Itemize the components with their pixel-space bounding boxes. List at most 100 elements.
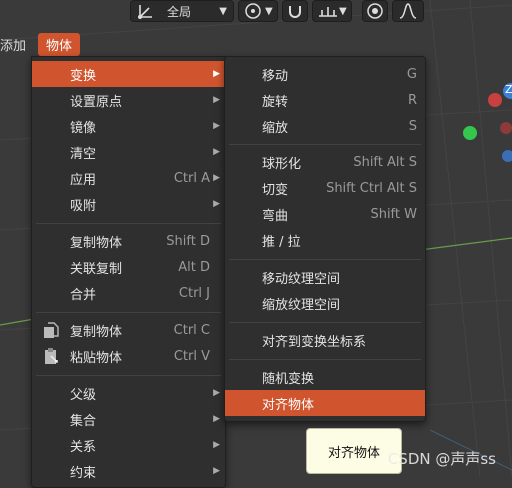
- menu-item-move-texture-space[interactable]: 移动纹理空间: [225, 264, 425, 290]
- pivot-dropdown[interactable]: ▼: [238, 0, 278, 22]
- submenu-arrow-icon: ▶: [213, 95, 220, 105]
- submenu-arrow-icon: ▶: [213, 121, 220, 131]
- snap-toggle[interactable]: [282, 0, 308, 22]
- object-menu: 变换 ▶ 设置原点 ▶ 镜像 ▶ 清空 ▶ 应用 Ctrl A ▶ 吸附 ▶ 复…: [31, 56, 226, 488]
- menu-item-label: 设置原点: [70, 94, 123, 110]
- menu-item-label: 约束: [70, 465, 97, 481]
- menu-item-shortcut: Shift W: [370, 206, 417, 222]
- menu-item-label: 缩放纹理空间: [262, 297, 341, 313]
- gizmo-y-dot: [463, 126, 477, 140]
- menu-item-move[interactable]: 移动 G: [225, 61, 425, 87]
- menu-item-shortcut: Alt D: [178, 259, 210, 275]
- submenu-arrow-icon: ▶: [213, 388, 220, 398]
- menu-separator: [36, 375, 221, 376]
- menu-item-label: 变换: [70, 68, 97, 84]
- menu-item-label: 清空: [70, 146, 97, 162]
- menu-item-paste-objects[interactable]: 粘贴物体 Ctrl V: [32, 343, 225, 369]
- menu-item-shortcut: Shift Ctrl Alt S: [326, 180, 417, 196]
- transform-submenu: 移动 G 旋转 R 缩放 S 球形化 Shift Alt S 切变 Shift …: [224, 56, 426, 422]
- menu-item-relations[interactable]: 关系 ▶: [32, 432, 225, 458]
- menu-item-clear[interactable]: 清空 ▶: [32, 139, 225, 165]
- proportional-edit-toggle[interactable]: [362, 0, 388, 22]
- menu-item-mirror[interactable]: 镜像 ▶: [32, 113, 225, 139]
- menu-item-bend[interactable]: 弯曲 Shift W: [225, 201, 425, 227]
- menu-separator: [229, 259, 421, 260]
- menu-item-copy-objects[interactable]: 复制物体 Ctrl C: [32, 317, 225, 343]
- viewport-menubar: 添加 物体: [0, 32, 81, 56]
- submenu-arrow-icon: ▶: [213, 414, 220, 424]
- gizmo-x-neg-dot: [500, 122, 512, 134]
- menu-item-shortcut: Ctrl V: [173, 348, 210, 364]
- menu-item-label: 切变: [262, 182, 289, 198]
- menu-item-snap[interactable]: 吸附 ▶: [32, 191, 225, 217]
- menu-separator: [229, 144, 421, 145]
- menu-item-push-pull[interactable]: 推 / 拉: [225, 227, 425, 253]
- submenu-arrow-icon: ▶: [213, 173, 220, 183]
- paste-icon: [45, 348, 58, 364]
- menu-item-constraint[interactable]: 约束 ▶: [32, 458, 225, 484]
- menu-item-randomize-transform[interactable]: 随机变换: [225, 364, 425, 390]
- menu-item-shortcut: G: [406, 66, 417, 82]
- menu-item-label: 移动纹理空间: [262, 271, 341, 287]
- menu-item-label: 粘贴物体: [70, 350, 123, 366]
- orientation-label: 全局: [167, 4, 192, 19]
- menu-item-label: 父级: [70, 387, 97, 403]
- copy-icon: [44, 322, 59, 338]
- menu-item-label: 对齐到变换坐标系: [262, 334, 367, 350]
- menu-item-duplicate-objects[interactable]: 复制物体 Shift D: [32, 228, 225, 254]
- header-toolbar: 全局 ▼ ▼ ▼: [130, 0, 424, 24]
- menu-item-to-sphere[interactable]: 球形化 Shift Alt S: [225, 149, 425, 175]
- menu-item-shortcut: Shift Alt S: [353, 154, 417, 170]
- menu-item-apply[interactable]: 应用 Ctrl A ▶: [32, 165, 225, 191]
- falloff-dropdown[interactable]: [392, 0, 424, 22]
- proportional-edit-icon: [367, 3, 383, 19]
- menu-item-scale[interactable]: 缩放 S: [225, 113, 425, 139]
- menu-item-transform[interactable]: 变换 ▶: [32, 61, 225, 87]
- menu-item-label: 镜像: [70, 120, 97, 136]
- chevron-down-icon: ▼: [219, 5, 227, 17]
- gizmo-z-label: Z: [505, 83, 512, 96]
- menu-item-label: 合并: [70, 287, 97, 303]
- tooltip-text: 对齐物体: [327, 445, 380, 461]
- orientation-dropdown[interactable]: 全局 ▼: [130, 0, 234, 22]
- snap-target-dropdown[interactable]: ▼: [312, 0, 352, 22]
- menu-item-label: 移动: [262, 68, 289, 84]
- menu-item-label: 随机变换: [262, 371, 315, 387]
- menu-item-shortcut: S: [408, 118, 417, 134]
- menu-item-scale-texture-space[interactable]: 缩放纹理空间: [225, 290, 425, 316]
- menu-add[interactable]: 添加: [0, 35, 30, 54]
- gizmo-x-dot: [488, 93, 502, 107]
- menu-item-set-origin[interactable]: 设置原点 ▶: [32, 87, 225, 113]
- menu-item-label: 吸附: [70, 198, 97, 214]
- menu-item-shortcut: Ctrl J: [178, 285, 210, 301]
- watermark: CSDN @声声ss: [387, 450, 496, 468]
- menu-item-rotate[interactable]: 旋转 R: [225, 87, 425, 113]
- menu-item-label: 复制物体: [70, 235, 123, 251]
- menu-item-shortcut: Shift D: [166, 233, 210, 249]
- submenu-arrow-icon: ▶: [213, 440, 220, 450]
- submenu-arrow-icon: ▶: [213, 147, 220, 157]
- menu-item-label: 复制物体: [70, 324, 123, 340]
- menu-item-duplicate-linked[interactable]: 关联复制 Alt D: [32, 254, 225, 280]
- menu-item-label: 推 / 拉: [262, 234, 301, 250]
- menu-item-label: 弯曲: [262, 208, 289, 224]
- menu-item-join[interactable]: 合并 Ctrl J: [32, 280, 225, 306]
- menu-item-shear[interactable]: 切变 Shift Ctrl Alt S: [225, 175, 425, 201]
- transform-orientation-icon: [138, 5, 152, 19]
- menu-separator: [229, 359, 421, 360]
- menu-separator: [36, 312, 221, 313]
- chevron-down-icon: ▼: [339, 5, 347, 17]
- menu-item-align-objects[interactable]: 对齐物体: [225, 390, 425, 416]
- snap-increment-icon: [319, 7, 337, 17]
- menu-object[interactable]: 物体: [38, 32, 81, 56]
- menu-item-shortcut: Ctrl A: [173, 170, 210, 186]
- menu-item-align-to-transform-orientation[interactable]: 对齐到变换坐标系: [225, 327, 425, 353]
- menu-item-parent[interactable]: 父级 ▶: [32, 380, 225, 406]
- magnet-icon: [289, 6, 301, 18]
- menu-item-label: 对齐物体: [262, 397, 315, 413]
- menu-item-label: 关系: [70, 439, 97, 455]
- menu-separator: [36, 223, 221, 224]
- menu-item-label: 应用: [70, 172, 97, 188]
- menu-item-collection[interactable]: 集合 ▶: [32, 406, 225, 432]
- menu-item-label: 集合: [70, 413, 97, 429]
